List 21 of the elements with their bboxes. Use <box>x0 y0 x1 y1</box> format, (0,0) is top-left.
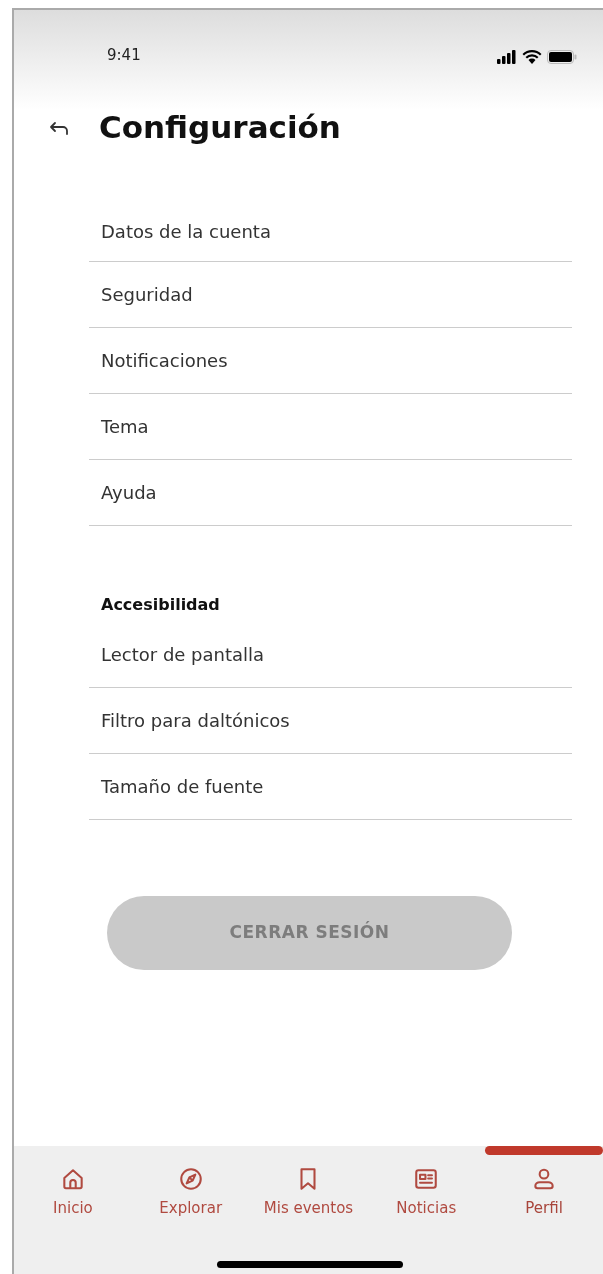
wifi-icon <box>521 49 542 64</box>
settings-item[interactable]: Tema <box>89 394 572 460</box>
nav-tab[interactable]: Noticias <box>367 1166 486 1228</box>
settings-item[interactable]: Filtro para daltónicos <box>89 688 572 754</box>
newspaper-icon <box>413 1166 440 1192</box>
signal-icon <box>496 49 517 64</box>
section-heading: Accesibilidad <box>100 594 221 616</box>
battery-icon <box>547 49 577 64</box>
nav-tab[interactable]: Perfil <box>485 1166 603 1228</box>
settings-item[interactable]: Notificaciones <box>89 328 572 394</box>
nav-tab[interactable]: Mis eventos <box>249 1166 368 1228</box>
settings-item[interactable]: Tamaño de fuente <box>89 754 572 820</box>
settings-item[interactable]: Ayuda <box>89 460 572 526</box>
nav-tab[interactable]: Explorar <box>131 1166 250 1228</box>
settings-item[interactable]: Lector de pantalla <box>89 622 572 688</box>
settings-item[interactable]: Datos de la cuenta <box>89 202 572 262</box>
settings-item[interactable]: Seguridad <box>89 262 572 328</box>
status-time: 9:41 <box>107 45 141 66</box>
page-title: Configuración <box>99 109 341 147</box>
compass-icon <box>177 1166 204 1192</box>
nav-tab[interactable]: Inicio <box>14 1166 132 1228</box>
